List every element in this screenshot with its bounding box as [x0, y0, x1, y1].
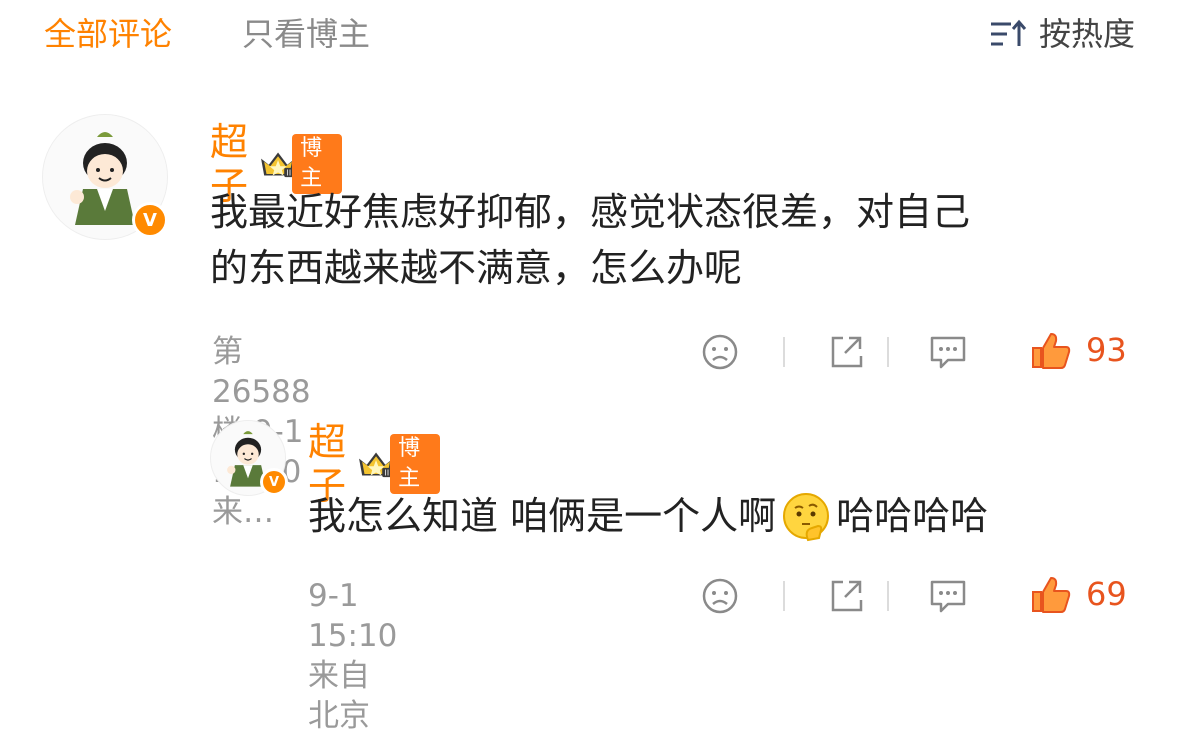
reply-button[interactable] [928, 332, 968, 372]
comment-text-line: 的东西越来越不满意，怎么办呢 [210, 246, 743, 290]
like-button[interactable]: 93 [1030, 330, 1127, 370]
divider [783, 581, 785, 611]
comment-meta: 9-1 15:10 来自 北京 [308, 578, 398, 734]
dislike-button[interactable] [700, 332, 740, 372]
dislike-button[interactable] [700, 576, 740, 616]
thumbs-up-icon [1032, 333, 1071, 369]
reply-button[interactable] [928, 576, 968, 616]
sort-button[interactable]: 按热度 [989, 14, 1135, 54]
avatar[interactable]: V [210, 420, 288, 498]
divider [887, 581, 889, 611]
share-button[interactable] [826, 332, 866, 372]
comment-icon [930, 580, 966, 613]
avatar[interactable]: V [42, 114, 170, 242]
tab-all-comments[interactable]: 全部评论 [44, 14, 172, 54]
like-button[interactable]: 69 [1030, 574, 1127, 614]
share-icon [831, 336, 863, 368]
sort-icon [990, 19, 1027, 46]
blogger-tag: 博主 [390, 434, 441, 494]
tab-blogger-only[interactable]: 只看博主 [242, 14, 370, 54]
divider [887, 337, 889, 367]
comment-text-part: 哈哈哈哈 [836, 494, 989, 538]
comment-text: 我最近好焦虑好抑郁，感觉状态很差，对自己 的东西越来越不满意，怎么办呢 [210, 184, 1140, 296]
svg-text:II: II [287, 169, 292, 178]
sort-label: 按热度 [1038, 15, 1135, 53]
comment-icon [930, 336, 966, 369]
verified-icon: V [132, 202, 168, 238]
comment-tabs: 全部评论 只看博主 按热度 [0, 0, 1179, 72]
share-icon [831, 580, 863, 612]
comment-text-line: 我最近好焦虑好抑郁，感觉状态很差，对自己 [210, 190, 971, 234]
like-count: 93 [1086, 331, 1127, 369]
thumbs-up-icon [1032, 577, 1071, 613]
thinking-emoji [783, 493, 830, 542]
like-count: 69 [1086, 575, 1127, 613]
verified-icon: V [260, 468, 288, 496]
comment-text: 我怎么知道 咱俩是一个人啊 哈哈哈哈 [308, 488, 1148, 544]
comment-text-part: 我怎么知道 咱俩是一个人啊 [308, 494, 777, 538]
share-button[interactable] [826, 576, 866, 616]
svg-text:II: II [385, 469, 390, 478]
blogger-badge: II 博主 [356, 434, 441, 494]
sad-face-icon [702, 578, 738, 614]
divider [783, 337, 785, 367]
sad-face-icon [702, 334, 738, 370]
